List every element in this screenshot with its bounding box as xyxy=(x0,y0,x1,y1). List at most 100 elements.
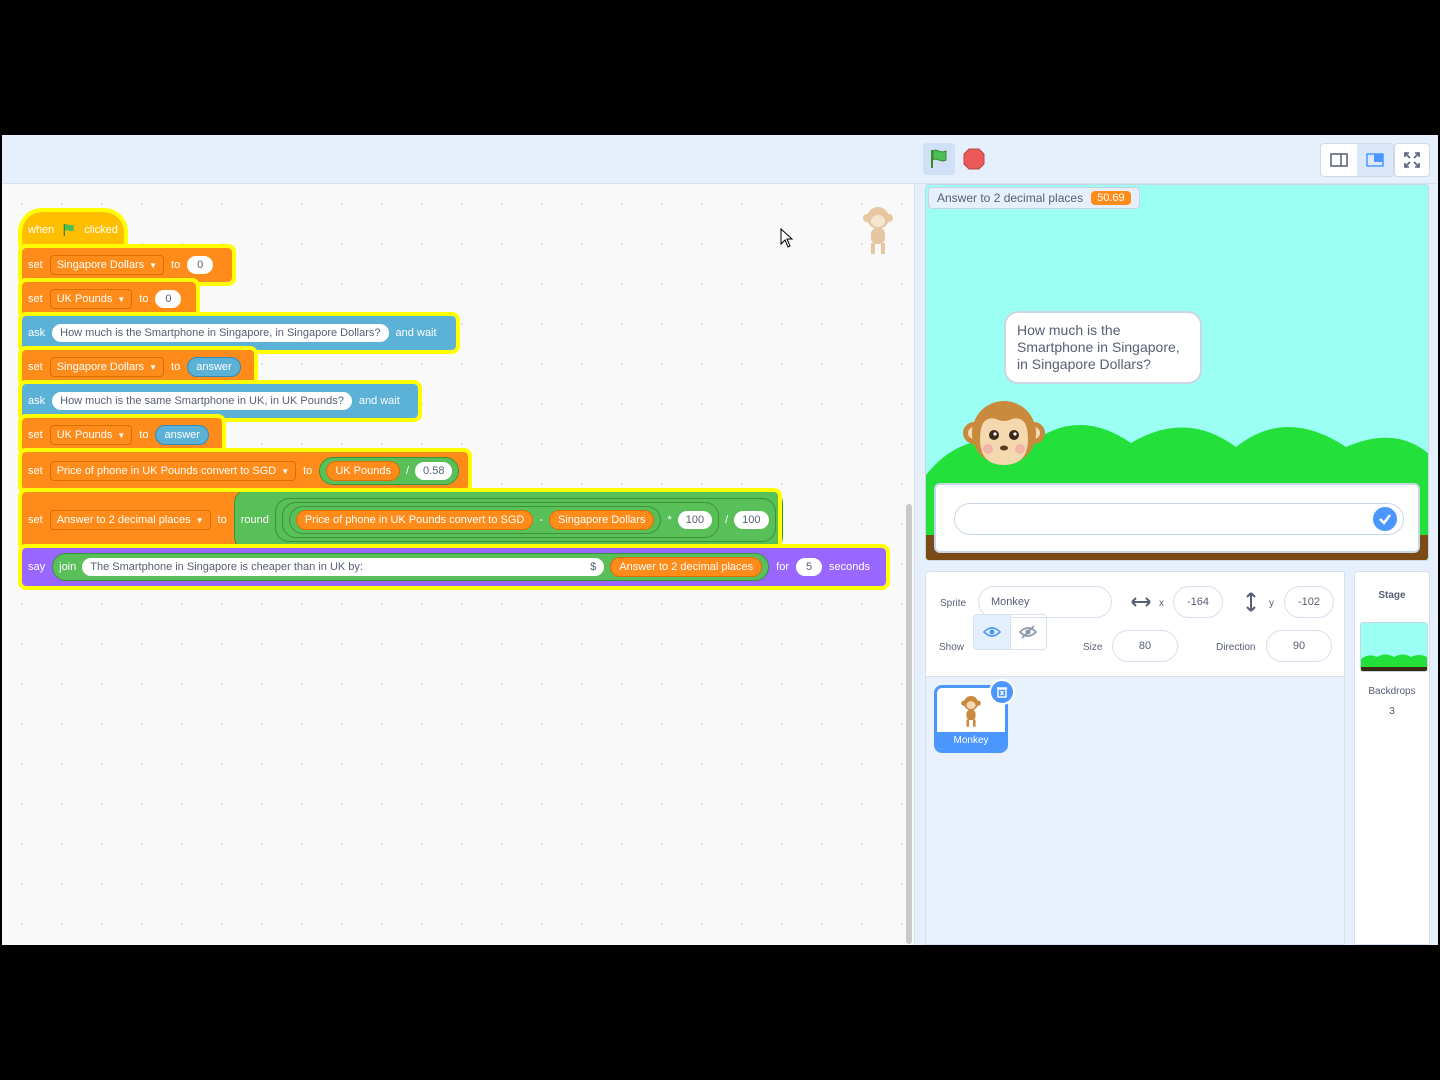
stop-icon xyxy=(963,148,985,170)
say-label: say xyxy=(28,561,46,573)
divide-operator[interactable]: Price of phone in UK Pounds convert to S… xyxy=(274,498,776,542)
set-label: set xyxy=(28,514,43,526)
answer-reporter[interactable]: answer xyxy=(187,357,241,377)
caret-down-icon: ▼ xyxy=(117,430,126,440)
sprite-label: Sprite xyxy=(940,598,967,609)
variable-name: UK Pounds xyxy=(56,429,113,441)
divisor-input[interactable]: 100 xyxy=(734,511,769,529)
submit-answer-button[interactable] xyxy=(1373,507,1397,531)
variable-dropdown[interactable]: UK Pounds ▼ xyxy=(49,289,133,309)
multiply-sign: * xyxy=(667,514,672,526)
small-stage-icon xyxy=(1330,153,1348,167)
seconds-input[interactable]: 5 xyxy=(796,558,822,576)
when-label: when xyxy=(28,224,55,236)
stage-size-toggle xyxy=(1320,143,1394,177)
seconds-label: seconds xyxy=(829,561,870,573)
ask-label: ask xyxy=(28,395,46,407)
multiplier-input[interactable]: 100 xyxy=(677,511,713,529)
sprite-tile-name: Monkey xyxy=(937,732,1005,750)
fullscreen-button[interactable] xyxy=(1394,143,1430,177)
ask-and-wait-block[interactable]: ask How much is the same Smartphone in U… xyxy=(18,380,422,422)
join-text-input[interactable]: The Smartphone in Singapore is cheaper t… xyxy=(82,558,605,576)
workspace-scrollbar[interactable] xyxy=(906,504,912,944)
answer-input[interactable] xyxy=(954,503,1404,535)
subtract-operator[interactable]: Price of phone in UK Pounds convert to S… xyxy=(288,506,662,534)
stage-header xyxy=(2,135,1438,184)
to-label: to xyxy=(303,465,313,477)
variable-reporter[interactable]: Price of phone in UK Pounds convert to S… xyxy=(295,510,534,530)
large-stage-button[interactable] xyxy=(1357,144,1393,176)
variable-dropdown[interactable]: Singapore Dollars ▼ xyxy=(49,357,165,377)
monkey-thumbnail xyxy=(961,695,981,727)
large-stage-icon xyxy=(1366,153,1384,167)
round-operator[interactable]: round Price of phone in UK Pounds conver… xyxy=(233,489,783,551)
question-input[interactable]: How much is the same Smartphone in UK, i… xyxy=(52,392,352,410)
set-label: set xyxy=(28,361,43,373)
y-position-input[interactable]: -102 xyxy=(1284,586,1334,618)
variable-name: Singapore Dollars xyxy=(56,259,145,271)
variable-dropdown[interactable]: Singapore Dollars ▼ xyxy=(49,255,165,275)
ask-and-wait-block[interactable]: ask How much is the Smartphone in Singap… xyxy=(18,312,460,354)
x-position-input[interactable]: -164 xyxy=(1173,586,1223,618)
question-input[interactable]: How much is the Smartphone in Singapore,… xyxy=(52,324,389,342)
variable-name: Price of phone in UK Pounds convert to S… xyxy=(56,465,277,477)
stop-button[interactable] xyxy=(958,143,990,175)
small-stage-button[interactable] xyxy=(1321,144,1357,176)
value-input[interactable]: 0 xyxy=(187,256,214,274)
set-variable-block[interactable]: set UK Pounds ▼ to answer xyxy=(18,414,226,456)
variable-reporter[interactable]: UK Pounds xyxy=(326,461,400,481)
stage-title: Stage xyxy=(1378,590,1406,601)
green-flag-button[interactable] xyxy=(923,143,955,175)
set-variable-block[interactable]: set Singapore Dollars ▼ to 0 xyxy=(18,244,236,286)
sprite-indicator xyxy=(858,204,898,261)
caret-down-icon: ▼ xyxy=(149,260,158,270)
set-label: set xyxy=(28,259,43,271)
stage-canvas[interactable]: Answer to 2 decimal places 50.69 How muc… xyxy=(925,184,1429,561)
show-hidden-button[interactable] xyxy=(1011,615,1047,649)
set-variable-block[interactable]: set UK Pounds ▼ to 0 xyxy=(18,278,200,320)
multiply-operator[interactable]: Price of phone in UK Pounds convert to S… xyxy=(281,502,720,538)
dollar-sign: $ xyxy=(590,561,597,573)
show-label: Show xyxy=(939,642,965,653)
round-label: round xyxy=(240,514,269,526)
code-workspace[interactable]: when clicked set Singapore Dollars ▼ to 0… xyxy=(2,184,915,945)
caret-down-icon: ▼ xyxy=(117,294,126,304)
divisor-input[interactable]: 0.58 xyxy=(415,462,453,480)
monkey-sprite[interactable] xyxy=(956,393,1052,483)
caret-down-icon: ▼ xyxy=(195,515,204,525)
variable-dropdown[interactable]: UK Pounds ▼ xyxy=(49,425,133,445)
mouse-cursor xyxy=(780,227,794,253)
when-flag-clicked-block[interactable]: when clicked xyxy=(18,208,128,252)
cursor-icon xyxy=(780,227,794,248)
set-variable-block[interactable]: set Price of phone in UK Pounds convert … xyxy=(18,448,472,494)
variable-dropdown[interactable]: Price of phone in UK Pounds convert to S… xyxy=(49,461,297,481)
join-operator[interactable]: join The Smartphone in Singapore is chea… xyxy=(52,553,770,581)
set-variable-block[interactable]: set Singapore Dollars ▼ to answer xyxy=(18,346,258,388)
value-input[interactable]: 0 xyxy=(155,290,182,308)
ask-label: ask xyxy=(28,327,46,339)
delete-sprite-button[interactable] xyxy=(989,679,1015,705)
join-text: The Smartphone in Singapore is cheaper t… xyxy=(90,561,363,573)
say-for-seconds-block[interactable]: say join The Smartphone in Singapore is … xyxy=(18,544,890,590)
set-variable-block[interactable]: set Answer to 2 decimal places ▼ to round… xyxy=(18,488,783,552)
variable-dropdown[interactable]: Answer to 2 decimal places ▼ xyxy=(49,510,211,530)
backdrops-label: Backdrops xyxy=(1368,686,1416,697)
answer-reporter[interactable]: answer xyxy=(155,425,209,445)
direction-input[interactable]: 90 xyxy=(1266,630,1332,662)
y-label: y xyxy=(1269,598,1274,609)
show-toggle xyxy=(973,614,1047,650)
direction-label: Direction xyxy=(1216,642,1256,653)
sprite-list-panel: Monkey xyxy=(925,677,1345,945)
stage-selector[interactable]: Stage Backdrops 3 xyxy=(1354,571,1430,945)
variable-reporter[interactable]: Singapore Dollars xyxy=(549,510,655,530)
to-label: to xyxy=(217,514,227,526)
monitor-value: 50.69 xyxy=(1091,191,1131,205)
divide-operator[interactable]: UK Pounds / 0.58 xyxy=(319,457,460,485)
set-label: set xyxy=(28,429,43,441)
and-wait-label: and wait xyxy=(395,327,437,339)
variable-monitor[interactable]: Answer to 2 decimal places 50.69 xyxy=(928,187,1140,209)
show-visible-button[interactable] xyxy=(974,615,1011,649)
green-flag-icon xyxy=(931,149,947,168)
variable-reporter[interactable]: Answer to 2 decimal places xyxy=(610,557,763,577)
size-input[interactable]: 80 xyxy=(1112,630,1178,662)
